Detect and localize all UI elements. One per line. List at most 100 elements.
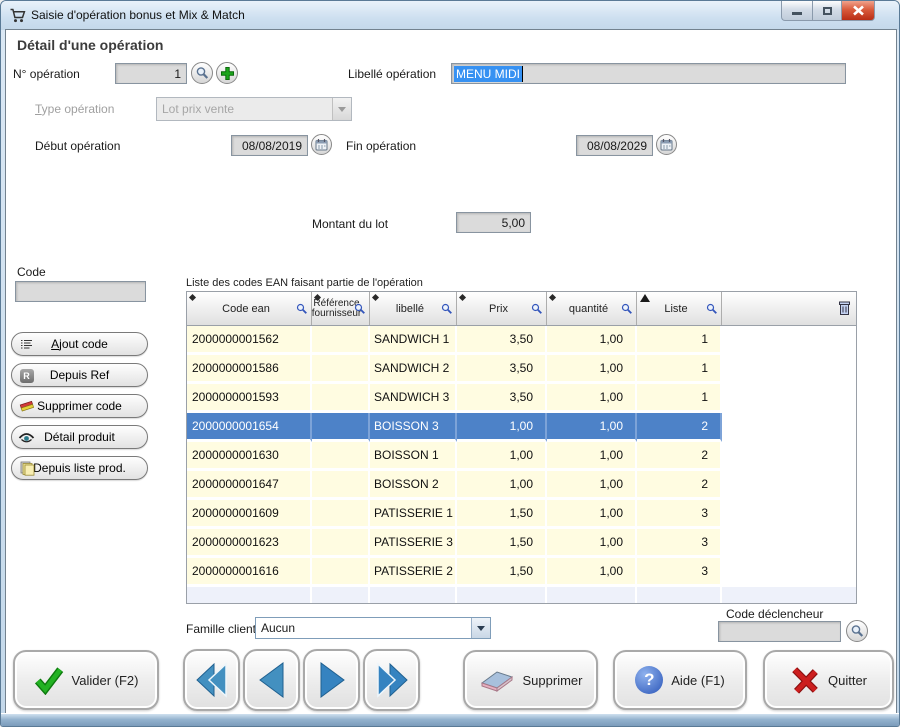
table-cell[interactable]: 1,00 [457, 413, 547, 442]
table-cell[interactable]: BOISSON 3 [370, 413, 457, 442]
table-cell[interactable]: 2000000001623 [187, 529, 312, 558]
table-row[interactable]: 2000000001654BOISSON 31,001,002 [187, 413, 856, 442]
table-row[interactable]: 2000000001609PATISSERIE 11,501,003 [187, 500, 856, 529]
table-cell[interactable]: SANDWICH 2 [370, 355, 457, 384]
table-cell[interactable]: 3,50 [457, 384, 547, 413]
aide-button[interactable]: ? Aide (F1) [613, 650, 747, 710]
column-header-liste[interactable]: Liste [637, 292, 722, 325]
table-cell[interactable] [312, 558, 370, 587]
title-bar[interactable]: Saisie d'opération bonus et Mix & Match [1, 1, 899, 30]
search-operation-button[interactable] [191, 62, 213, 84]
fin-operation-field[interactable]: 08/08/2029 [576, 135, 653, 156]
table-cell[interactable]: SANDWICH 1 [370, 326, 457, 355]
supprimer-code-button[interactable]: Supprimer code [11, 394, 148, 418]
table-cell[interactable]: 2000000001630 [187, 442, 312, 471]
code-field[interactable] [15, 281, 146, 302]
table-cell[interactable]: 3 [637, 558, 722, 587]
table-row[interactable]: 2000000001586 SANDWICH 23,501,001 [187, 355, 856, 384]
table-cell[interactable]: 1,00 [547, 471, 637, 500]
code-declencheur-field[interactable] [718, 621, 841, 642]
table-row[interactable]: 2000000001593SANDWICH 33,501,001 [187, 384, 856, 413]
table-cell[interactable]: 1 [637, 384, 722, 413]
fin-calendar-button[interactable] [656, 134, 677, 155]
table-cell[interactable]: 1,00 [547, 355, 637, 384]
previous-record-button[interactable] [243, 649, 300, 711]
table-cell[interactable] [312, 471, 370, 500]
table-cell[interactable]: 2000000001562 [187, 326, 312, 355]
dropdown-arrow[interactable] [471, 618, 490, 638]
table-cell[interactable]: 1,00 [547, 326, 637, 355]
table-row[interactable]: 2000000001562 SANDWICH 13,501,001 [187, 326, 856, 355]
table-cell[interactable]: 2000000001593 [187, 384, 312, 413]
table-cell[interactable] [312, 355, 370, 384]
ajout-code-button[interactable]: Ajout code [11, 332, 148, 356]
valider-button[interactable]: Valider (F2) [13, 650, 159, 710]
trash-icon[interactable] [838, 300, 851, 316]
first-record-button[interactable] [183, 649, 240, 711]
detail-produit-button[interactable]: Détail produit [11, 425, 148, 449]
column-header-quantite[interactable]: quantité [547, 292, 637, 325]
table-row[interactable]: 2000000001623 PATISSERIE 31,501,003 [187, 529, 856, 558]
table-cell[interactable]: 2 [637, 471, 722, 500]
table-cell[interactable]: 3 [637, 529, 722, 558]
next-record-button[interactable] [303, 649, 360, 711]
table-cell[interactable]: 1,00 [457, 471, 547, 500]
table-cell[interactable] [312, 413, 370, 442]
depuis-ref-button[interactable]: R Depuis Ref [11, 363, 148, 387]
table-cell[interactable] [312, 384, 370, 413]
table-row[interactable]: 2000000001647BOISSON 21,001,002 [187, 471, 856, 500]
debut-calendar-button[interactable] [311, 134, 332, 155]
table-cell[interactable]: 1,00 [547, 529, 637, 558]
add-operation-button[interactable] [216, 62, 238, 84]
column-search-icon[interactable] [354, 303, 366, 315]
depuis-liste-prod-button[interactable]: Depuis liste prod. [11, 456, 148, 480]
table-cell[interactable]: 3 [637, 500, 722, 529]
column-search-icon[interactable] [441, 303, 453, 315]
table-cell[interactable]: 1,00 [547, 558, 637, 587]
table-cell[interactable]: 1,00 [547, 384, 637, 413]
table-cell[interactable]: 1,50 [457, 558, 547, 587]
libelle-operation-field[interactable]: MENU MIDI [451, 63, 846, 84]
column-search-icon[interactable] [296, 303, 308, 315]
table-cell[interactable]: 1,00 [547, 500, 637, 529]
table-cell[interactable]: 2000000001609 [187, 500, 312, 529]
column-search-icon[interactable] [706, 303, 718, 315]
table-cell[interactable]: 1,00 [547, 413, 637, 442]
table-cell[interactable]: 1,50 [457, 529, 547, 558]
close-button[interactable] [841, 1, 875, 21]
column-header-reference[interactable]: Référence fournisseur [312, 292, 370, 325]
table-cell[interactable]: 1 [637, 326, 722, 355]
table-cell[interactable] [312, 442, 370, 471]
table-cell[interactable]: BOISSON 1 [370, 442, 457, 471]
column-header-prix[interactable]: Prix [457, 292, 547, 325]
table-cell[interactable]: 2000000001647 [187, 471, 312, 500]
table-cell[interactable]: 1,00 [547, 442, 637, 471]
table-cell[interactable]: 2 [637, 413, 722, 442]
table-row[interactable]: 2000000001630BOISSON 11,001,002 [187, 442, 856, 471]
table-cell[interactable]: 3,50 [457, 326, 547, 355]
table-cell[interactable]: 1 [637, 355, 722, 384]
table-cell[interactable]: 1,00 [457, 442, 547, 471]
debut-operation-field[interactable]: 08/08/2019 [231, 135, 308, 156]
montant-lot-field[interactable]: 5,00 [456, 212, 531, 233]
table-cell[interactable]: BOISSON 2 [370, 471, 457, 500]
code-declencheur-search-button[interactable] [846, 620, 868, 642]
table-cell[interactable]: PATISSERIE 3 [370, 529, 457, 558]
table-cell[interactable] [312, 500, 370, 529]
table-cell[interactable]: 3,50 [457, 355, 547, 384]
table-cell[interactable]: 2000000001616 [187, 558, 312, 587]
last-record-button[interactable] [363, 649, 420, 711]
type-operation-dropdown[interactable]: Lot prix vente [156, 97, 352, 121]
table-cell[interactable]: 2000000001586 [187, 355, 312, 384]
supprimer-button[interactable]: Supprimer [463, 650, 598, 710]
table-cell[interactable]: PATISSERIE 2 [370, 558, 457, 587]
column-search-icon[interactable] [531, 303, 543, 315]
table-cell[interactable] [312, 326, 370, 355]
famille-client-dropdown[interactable]: Aucun [255, 617, 491, 639]
column-search-icon[interactable] [621, 303, 633, 315]
quitter-button[interactable]: Quitter [763, 650, 894, 710]
table-cell[interactable]: PATISSERIE 1 [370, 500, 457, 529]
table-row[interactable]: 2000000001616 PATISSERIE 21,501,003 [187, 558, 856, 587]
table-cell[interactable] [312, 529, 370, 558]
table-cell[interactable]: 2000000001654 [187, 413, 312, 442]
